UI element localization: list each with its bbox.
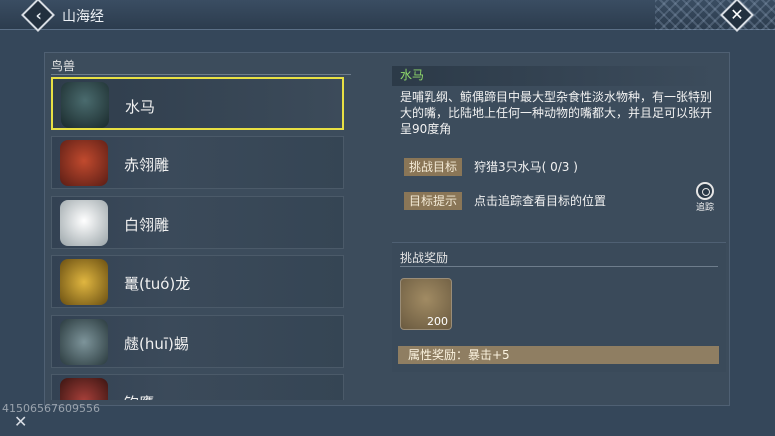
hook-hawk-portrait bbox=[60, 378, 108, 400]
white-eagle-portrait bbox=[60, 200, 108, 246]
top-bar: ‹ 山海经 ✕ bbox=[0, 0, 775, 32]
reward-item[interactable]: 200 bbox=[400, 278, 452, 330]
list-item-label: 钩鹰 bbox=[124, 392, 154, 400]
reward-count: 200 bbox=[427, 315, 448, 328]
creature-description: 是哺乳纲、鲸偶蹄目中最大型杂食性淡水物种，有一张特别大的嘴，比陆地上任何一种动物… bbox=[400, 90, 713, 136]
challenge-tag: 挑战目标 bbox=[404, 158, 462, 176]
list-header: 鸟兽 bbox=[51, 57, 351, 75]
back-button[interactable]: ‹ bbox=[21, 0, 55, 32]
creature-name: 水马 bbox=[392, 66, 717, 86]
list-item-label: 赤翎雕 bbox=[124, 156, 170, 174]
attribute-reward: 属性奖励：暴击+5 bbox=[398, 346, 719, 364]
track-label: 追踪 bbox=[695, 203, 714, 213]
list-item-label: 水马 bbox=[125, 98, 156, 116]
list-item-crocodile[interactable]: 鼍(tuó)龙 bbox=[51, 255, 344, 308]
hint-tag: 目标提示 bbox=[404, 192, 462, 210]
rewards-title: 挑战奖励 bbox=[400, 249, 718, 267]
track-button[interactable]: 追踪 bbox=[692, 182, 718, 216]
list-item-water-horse[interactable]: 水马 bbox=[51, 77, 344, 130]
list-item-lizard[interactable]: 䖛(huī)蜴 bbox=[51, 315, 344, 368]
locate-icon bbox=[696, 182, 714, 200]
decorative-pattern bbox=[655, 0, 775, 30]
list-item-label: 白翎雕 bbox=[124, 216, 170, 234]
page-title: 山海经 bbox=[62, 9, 104, 25]
creature-list[interactable]: 水马 赤翎雕 白翎雕 鼍(tuó)龙 䖛(huī)蜴 钩鹰 bbox=[51, 77, 344, 400]
close-icon: ✕ bbox=[730, 5, 744, 24]
close-icon[interactable]: ✕ bbox=[14, 412, 27, 431]
crocodile-portrait bbox=[60, 259, 108, 305]
water-horse-portrait bbox=[61, 82, 109, 128]
lizard-portrait bbox=[60, 319, 108, 365]
list-item-label: 䖛(huī)蜴 bbox=[124, 335, 189, 353]
list-item-label: 鼍(tuó)龙 bbox=[124, 275, 191, 293]
chevron-left-icon: ‹ bbox=[35, 6, 42, 25]
challenge-text: 狩猎3只水马( 0/3 ) bbox=[474, 160, 578, 174]
red-eagle-portrait bbox=[60, 140, 108, 186]
list-item-red-eagle[interactable]: 赤翎雕 bbox=[51, 136, 344, 189]
list-item-white-eagle[interactable]: 白翎雕 bbox=[51, 196, 344, 249]
hint-text: 点击追踪查看目标的位置 bbox=[474, 194, 607, 208]
list-item-hook-hawk[interactable]: 钩鹰 bbox=[51, 374, 344, 400]
